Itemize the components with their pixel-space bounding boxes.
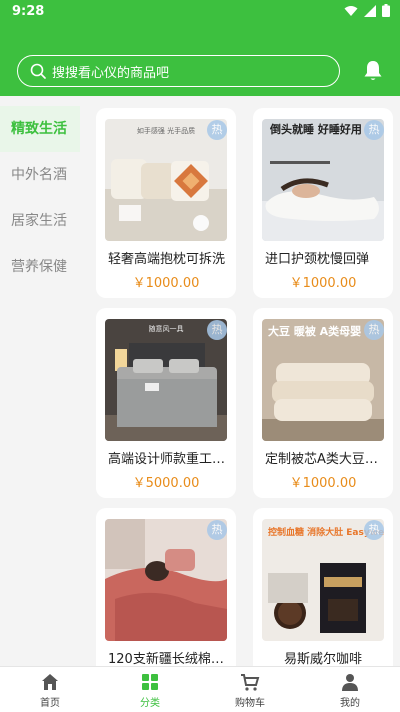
- image-caption: 如手感强 光手品质: [137, 126, 195, 135]
- product-image: 随意风一具: [105, 319, 227, 441]
- tab-label: 购物车: [235, 697, 265, 709]
- hot-badge: 热: [364, 320, 384, 340]
- product-card[interactable]: 倒头就睡 好睡好用 热 进口护颈枕慢回弹 ￥1000.00: [253, 108, 393, 298]
- wifi-icon: [344, 5, 358, 16]
- battery-icon: [382, 4, 390, 17]
- product-card[interactable]: 热 120支新疆长绒棉四件套: [96, 508, 236, 666]
- image-caption: 随意风一具: [149, 324, 184, 333]
- product-image: 大豆 暖被 A类母婴: [262, 319, 384, 441]
- product-title: 定制被芯A类大豆暖被: [265, 452, 385, 467]
- product-image: 如手感强 光手品质: [105, 119, 227, 241]
- product-title: 易斯威尔咖啡: [283, 652, 362, 666]
- sidebar-item-refined-living[interactable]: 精致生活: [0, 106, 80, 152]
- sidebar-item-wines[interactable]: 中外名酒: [0, 152, 80, 198]
- category-icon: [142, 673, 158, 690]
- search-icon: [30, 63, 46, 79]
- sidebar-item-home-living[interactable]: 居家生活: [0, 198, 80, 244]
- product-title: 120支新疆长绒棉四件套: [108, 652, 228, 666]
- tab-cart[interactable]: 购物车: [200, 667, 300, 712]
- search-input[interactable]: 搜搜看心仪的商品吧: [17, 55, 340, 87]
- product-grid: 如手感强 光手品质 热 轻奢高端抱枕可拆洗 ￥1000.00 倒头就睡 好睡好用: [80, 96, 400, 666]
- signal-icon: [364, 4, 376, 17]
- product-image: [105, 519, 227, 641]
- search-placeholder: 搜搜看心仪的商品吧: [52, 65, 170, 81]
- status-time: 9:28: [12, 4, 45, 19]
- tab-label: 分类: [140, 697, 160, 709]
- hot-badge: 热: [364, 520, 384, 540]
- product-title: 高端设计师款重工床品: [108, 452, 228, 467]
- product-price: ￥1000.00: [289, 276, 357, 291]
- bottom-tab-bar: 首页 分类 购物车 我的: [0, 666, 400, 712]
- product-card[interactable]: 随意风一具 热 高端设计师款重工床品 ￥5000.00: [96, 308, 236, 498]
- hot-badge: 热: [207, 520, 227, 540]
- product-price: ￥1000.00: [132, 276, 200, 291]
- status-icons: [344, 4, 390, 17]
- tab-profile[interactable]: 我的: [300, 667, 400, 712]
- tab-category[interactable]: 分类: [100, 667, 200, 712]
- product-card[interactable]: 控制血糖 消除大肚 Easywell 热 易斯威尔咖啡: [253, 508, 393, 666]
- tab-home[interactable]: 首页: [0, 667, 100, 712]
- tab-label: 首页: [40, 697, 60, 709]
- image-caption: 倒头就睡 好睡好用: [269, 122, 362, 136]
- app-header: 9:28 搜搜看心仪的商品吧: [0, 0, 400, 96]
- product-price: ￥1000.00: [289, 476, 357, 491]
- sidebar-item-nutrition[interactable]: 营养保健: [0, 244, 80, 290]
- hot-badge: 热: [207, 320, 227, 340]
- product-title: 进口护颈枕慢回弹: [265, 252, 370, 267]
- cart-icon: [241, 673, 260, 691]
- product-image: 倒头就睡 好睡好用: [262, 119, 384, 241]
- product-image: 控制血糖 消除大肚 Easywell: [262, 519, 384, 641]
- hot-badge: 热: [364, 120, 384, 140]
- product-card[interactable]: 大豆 暖被 A类母婴 热 定制被芯A类大豆暖被 ￥1000.00: [253, 308, 393, 498]
- hot-badge: 热: [207, 120, 227, 140]
- profile-icon: [342, 673, 358, 691]
- home-icon: [42, 673, 58, 690]
- tab-label: 我的: [340, 697, 360, 709]
- category-sidebar: 精致生活 中外名酒 居家生活 营养保健: [0, 106, 80, 666]
- product-title: 轻奢高端抱枕可拆洗: [108, 252, 226, 267]
- bell-icon[interactable]: [363, 60, 383, 82]
- status-bar: 9:28: [0, 0, 400, 24]
- image-caption: 大豆 暖被 A类母婴: [268, 324, 361, 338]
- product-price: ￥5000.00: [132, 476, 200, 491]
- product-card[interactable]: 如手感强 光手品质 热 轻奢高端抱枕可拆洗 ￥1000.00: [96, 108, 236, 298]
